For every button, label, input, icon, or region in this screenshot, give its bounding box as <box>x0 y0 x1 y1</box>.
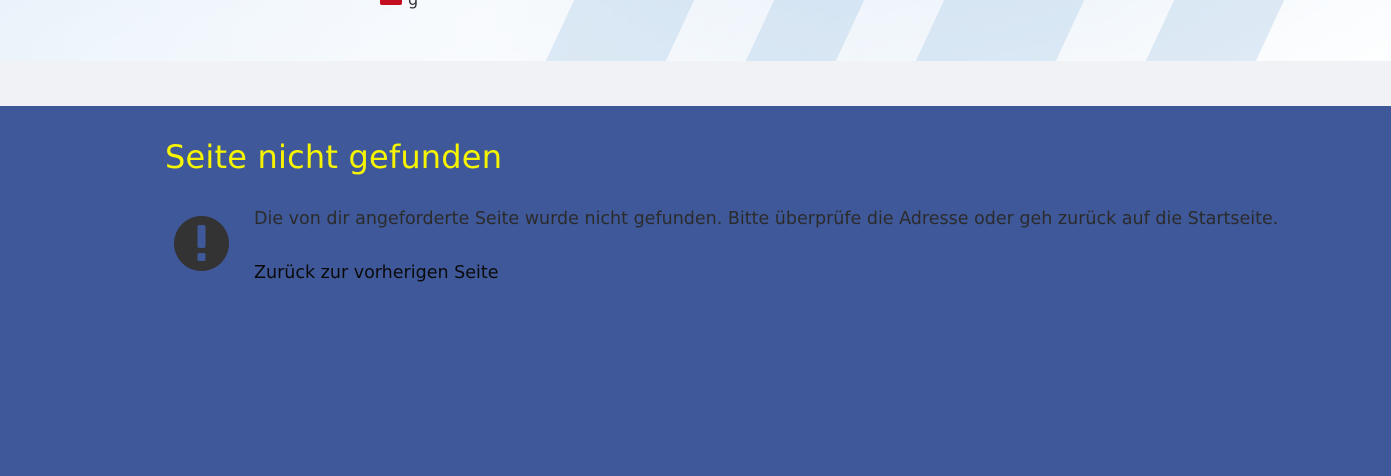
language-label[interactable]: g <box>408 0 418 9</box>
header-hero-banner: g <box>0 0 1391 61</box>
back-link[interactable]: Zurück zur vorherigen Seite <box>254 263 498 283</box>
banner-decoration <box>545 0 695 61</box>
error-content: Seite nicht gefunden Die von dir angefor… <box>0 106 1391 476</box>
language-flag-icon[interactable] <box>380 0 402 5</box>
banner-decoration <box>1145 0 1285 61</box>
error-message: Die von dir angeforderte Seite wurde nic… <box>254 209 1279 229</box>
banner-decoration <box>915 0 1085 61</box>
banner-decoration <box>745 0 865 61</box>
navigation-bar <box>0 61 1391 106</box>
exclamation-circle-icon <box>174 216 229 271</box>
page-title: Seite nicht gefunden <box>165 138 503 176</box>
